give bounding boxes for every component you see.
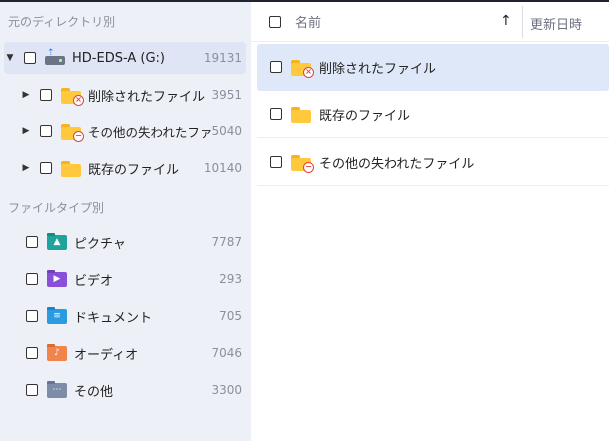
item-count: 7046 (211, 346, 242, 360)
type-item-pictures[interactable]: ▲ ピクチャ 7787 (4, 226, 246, 258)
item-count: 7787 (211, 235, 242, 249)
item-count: 19131 (203, 51, 242, 65)
file-list-panel: 名前 ↑ 更新日時 × 削除されたファイル 既存のファイル − その他の失われた… (251, 2, 609, 441)
item-count: 705 (219, 309, 242, 323)
folder-icon (290, 105, 312, 123)
lost-folder-icon: − (290, 153, 314, 173)
deleted-folder-icon: × (290, 58, 314, 78)
picture-folder-icon: ▲ (46, 233, 68, 251)
checkbox[interactable] (40, 125, 52, 137)
file-row-existing-files[interactable]: 既存のファイル (257, 91, 609, 138)
checkbox[interactable] (270, 61, 282, 73)
checkbox[interactable] (270, 108, 282, 120)
checkbox[interactable] (40, 89, 52, 101)
type-item-audio[interactable]: ♪ オーディオ 7046 (4, 337, 246, 369)
expand-arrow-icon[interactable]: ▶ (20, 126, 32, 136)
file-row-label: その他の失われたファイル (319, 156, 475, 172)
tree-item-label: 削除されたファイル (88, 89, 206, 105)
tree-item-label: その他の失われたファイル (88, 124, 212, 140)
document-folder-icon: ≡ (46, 307, 68, 325)
type-item-label: ビデオ (74, 273, 114, 289)
checkbox[interactable] (26, 273, 38, 285)
sort-ascending-icon[interactable]: ↑ (500, 13, 512, 29)
tree-item-label: 既存のファイル (88, 162, 180, 178)
item-count: 5040 (211, 124, 242, 138)
tree-item-label: HD-EDS-A (G:) (72, 50, 165, 66)
expand-arrow-icon[interactable]: ▼ (4, 53, 16, 63)
column-header-name[interactable]: 名前 (295, 12, 321, 31)
type-item-label: ドキュメント (74, 310, 153, 326)
type-item-other[interactable]: ⋯ その他 3300 (4, 374, 246, 406)
checkbox[interactable] (26, 384, 38, 396)
type-item-label: ピクチャ (74, 236, 126, 252)
video-folder-icon: ▶ (46, 270, 68, 288)
lost-folder-icon: − (60, 122, 84, 142)
item-count: 3300 (211, 383, 242, 397)
type-item-documents[interactable]: ≡ ドキュメント 705 (4, 300, 246, 332)
sidebar: 元のディレクトリ別 ▼ ⇡ HD-EDS-A (G:) 19131 ▶ × 削除… (0, 2, 251, 441)
type-item-video[interactable]: ▶ ビデオ 293 (4, 263, 246, 295)
section-label-by-filetype: ファイルタイプ別 (8, 201, 105, 215)
file-row-label: 既存のファイル (319, 108, 411, 124)
select-all-checkbox[interactable] (269, 15, 281, 28)
type-item-label: オーディオ (74, 347, 139, 363)
expand-arrow-icon[interactable]: ▶ (20, 90, 32, 100)
checkbox[interactable] (26, 236, 38, 248)
checkbox[interactable] (26, 347, 38, 359)
tree-item-lost-files[interactable]: ▶ − その他の失われたファイル 5040 (4, 115, 246, 147)
tree-item-drive[interactable]: ▼ ⇡ HD-EDS-A (G:) 19131 (4, 42, 246, 74)
type-item-label: その他 (74, 384, 114, 400)
checkbox[interactable] (40, 162, 52, 174)
tree-item-deleted-files[interactable]: ▶ × 削除されたファイル 3951 (4, 79, 246, 111)
file-row-lost-files[interactable]: − その他の失われたファイル (257, 139, 609, 186)
checkbox[interactable] (270, 156, 282, 168)
column-header-modified[interactable]: 更新日時 (530, 14, 582, 33)
deleted-folder-icon: × (60, 86, 84, 106)
tree-item-existing-files[interactable]: ▶ 既存のファイル 10140 (4, 152, 246, 184)
drive-icon: ⇡ (44, 49, 66, 67)
section-label-by-directory: 元のディレクトリ別 (8, 15, 116, 29)
column-divider[interactable] (522, 6, 523, 38)
audio-folder-icon: ♪ (46, 344, 68, 362)
file-row-deleted-files[interactable]: × 削除されたファイル (257, 44, 609, 91)
file-list-header: 名前 ↑ 更新日時 (251, 2, 609, 42)
folder-icon (60, 159, 82, 177)
checkbox[interactable] (26, 310, 38, 322)
item-count: 293 (219, 272, 242, 286)
file-row-label: 削除されたファイル (319, 61, 437, 77)
item-count: 3951 (211, 88, 242, 102)
expand-arrow-icon[interactable]: ▶ (20, 163, 32, 173)
item-count: 10140 (203, 161, 242, 175)
checkbox[interactable] (24, 52, 36, 64)
other-folder-icon: ⋯ (46, 381, 68, 399)
